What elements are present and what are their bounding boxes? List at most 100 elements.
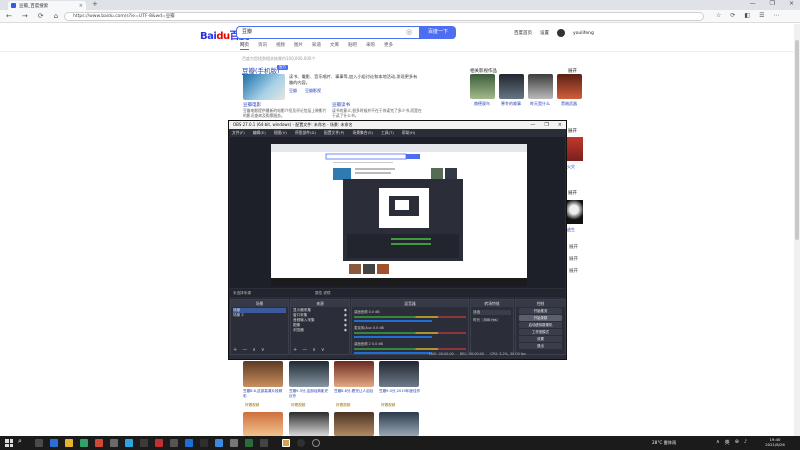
studio-mode-button[interactable]: 工作室模式: [519, 329, 562, 335]
video-title[interactable]: 豆瓣8.6,这部高清片段精彩: [243, 389, 285, 399]
app-icon[interactable]: [110, 439, 118, 447]
obs-preview[interactable]: [230, 137, 565, 288]
related-thumb[interactable]: [470, 74, 495, 99]
close-button[interactable]: ×: [558, 121, 562, 129]
tray-expand-icon[interactable]: ∧: [716, 439, 720, 446]
volume-slider[interactable]: [354, 320, 433, 322]
related-thumb[interactable]: [499, 74, 524, 99]
menu-profile[interactable]: 配置文件(P): [324, 129, 344, 136]
related-label[interactable]: 赫德观鸟: [468, 101, 496, 107]
menu-tools[interactable]: 工具(T): [381, 129, 394, 136]
app-icon[interactable]: [260, 439, 268, 447]
app-icon[interactable]: [215, 439, 223, 447]
app-icon[interactable]: [200, 439, 208, 447]
video-thumb[interactable]: [379, 412, 419, 436]
scene-item[interactable]: 场景 2: [233, 313, 286, 318]
video-title[interactable]: 豆瓣9.0分,2019年度佳作: [379, 389, 421, 394]
menu-docks[interactable]: 停靠部件(D): [295, 129, 316, 136]
menu-view[interactable]: 视图(V): [274, 129, 287, 136]
volume-icon[interactable]: ♪: [744, 439, 747, 446]
reload-icon[interactable]: ⟳: [38, 12, 44, 20]
source-item[interactable]: 浏览器 ◉: [293, 328, 347, 333]
menu-edit[interactable]: 编辑(E): [253, 129, 266, 136]
settings-link[interactable]: 设置: [540, 30, 549, 36]
avatar[interactable]: [557, 29, 565, 37]
minimize-button[interactable]: —: [530, 121, 535, 129]
result-link[interactable]: 豆瓣: [289, 88, 297, 94]
taskbar-search-icon[interactable]: ⌕: [18, 437, 22, 446]
app-icon[interactable]: [140, 439, 148, 447]
app-icon[interactable]: [245, 439, 253, 447]
add-scene-button[interactable]: +: [233, 347, 237, 353]
taskbar-clock[interactable]: 19:40 2021/8/26: [760, 437, 790, 447]
new-tab-button[interactable]: +: [92, 0, 98, 8]
expand-link[interactable]: 展开: [569, 268, 578, 274]
menu-file[interactable]: 文件(F): [232, 129, 245, 136]
video-thumb[interactable]: [379, 361, 419, 387]
app-icon[interactable]: [170, 439, 178, 447]
video-thumb[interactable]: [243, 361, 283, 387]
collections-icon[interactable]: ◧: [744, 12, 750, 19]
related-thumb[interactable]: [557, 74, 582, 99]
properties-filters[interactable]: 属性 滤镜: [315, 289, 331, 297]
video-thumb[interactable]: [334, 361, 374, 387]
camera-search-icon[interactable]: ◎: [406, 28, 412, 36]
related-label[interactable]: 火灾: [567, 164, 575, 170]
tab-more[interactable]: 更多: [384, 42, 393, 50]
more-icon[interactable]: ⋯: [773, 12, 779, 19]
search-button[interactable]: 百度一下: [420, 26, 456, 39]
move-down-button[interactable]: ∨: [321, 347, 325, 353]
tab-zhidao[interactable]: 知道: [312, 42, 321, 50]
tab-video[interactable]: 视频: [276, 42, 285, 50]
menu-icon[interactable]: ☰: [759, 12, 764, 19]
remove-source-button[interactable]: —: [302, 347, 307, 353]
expand-link[interactable]: 展开: [568, 128, 577, 134]
app-icon[interactable]: [80, 439, 88, 447]
expand-link[interactable]: 展开: [568, 190, 577, 196]
file-explorer-icon[interactable]: [65, 439, 73, 447]
virtual-camera-button[interactable]: 启动虚拟摄像机: [519, 322, 562, 328]
video-thumb[interactable]: [289, 412, 329, 436]
minimize-button[interactable]: —: [750, 0, 756, 7]
tab-wenku[interactable]: 文库: [330, 42, 339, 50]
username-link[interactable]: youlifeng: [573, 31, 594, 36]
app-icon[interactable]: [185, 439, 193, 447]
video-thumb[interactable]: [334, 412, 374, 436]
exit-button[interactable]: 退出: [519, 343, 562, 349]
close-button[interactable]: ×: [789, 0, 794, 7]
volume-slider[interactable]: [354, 352, 433, 354]
scrollbar-thumb[interactable]: [795, 40, 799, 240]
result-link[interactable]: 豆瓣影视: [305, 88, 321, 94]
search-input[interactable]: 豆瓣: [236, 26, 420, 39]
home-link[interactable]: 百度首页: [514, 30, 532, 36]
move-up-button[interactable]: ∧: [312, 347, 316, 353]
windows-start-icon[interactable]: [5, 439, 13, 447]
tab-web[interactable]: 网页: [240, 42, 249, 50]
video-title[interactable]: 豆瓣8.8分,看完让人泪目: [334, 389, 376, 394]
expand-link[interactable]: 展开: [569, 244, 578, 250]
related-thumb[interactable]: [565, 137, 583, 161]
add-source-button[interactable]: +: [293, 347, 297, 353]
tab-close-icon[interactable]: ×: [79, 3, 83, 9]
menu-help[interactable]: 帮助(H): [402, 129, 415, 136]
move-up-button[interactable]: ∧: [252, 347, 256, 353]
related-label[interactable]: 昨天是什么: [526, 101, 554, 107]
weather-widget[interactable]: 28°C 雷阵雨: [652, 440, 676, 446]
related-label[interactable]: 黑暗武器: [555, 101, 583, 107]
menu-scene-collection[interactable]: 场景集合(S): [352, 129, 373, 136]
refresh-icon[interactable]: ⟳: [730, 12, 735, 19]
home-icon[interactable]: ⌂: [54, 12, 58, 20]
related-label[interactable]: 逃生: [567, 227, 575, 233]
tab-caigou[interactable]: 采购: [366, 42, 375, 50]
url-input[interactable]: https://www.baidu.com/s?ie=UTF-8&wd=豆瓣: [64, 12, 704, 21]
network-icon[interactable]: ⊕: [735, 439, 739, 446]
app-icon[interactable]: [155, 439, 163, 447]
tab-tieba[interactable]: 贴吧: [348, 42, 357, 50]
tab-image[interactable]: 图片: [294, 42, 303, 50]
related-thumb[interactable]: [565, 200, 583, 224]
edge-icon[interactable]: [50, 439, 58, 447]
maximize-button[interactable]: ❐: [770, 0, 775, 7]
favorite-icon[interactable]: ☆: [716, 12, 721, 19]
video-title[interactable]: 豆瓣9.3分,这部经典影史巨作: [289, 389, 331, 399]
tab-news[interactable]: 资讯: [258, 42, 267, 50]
